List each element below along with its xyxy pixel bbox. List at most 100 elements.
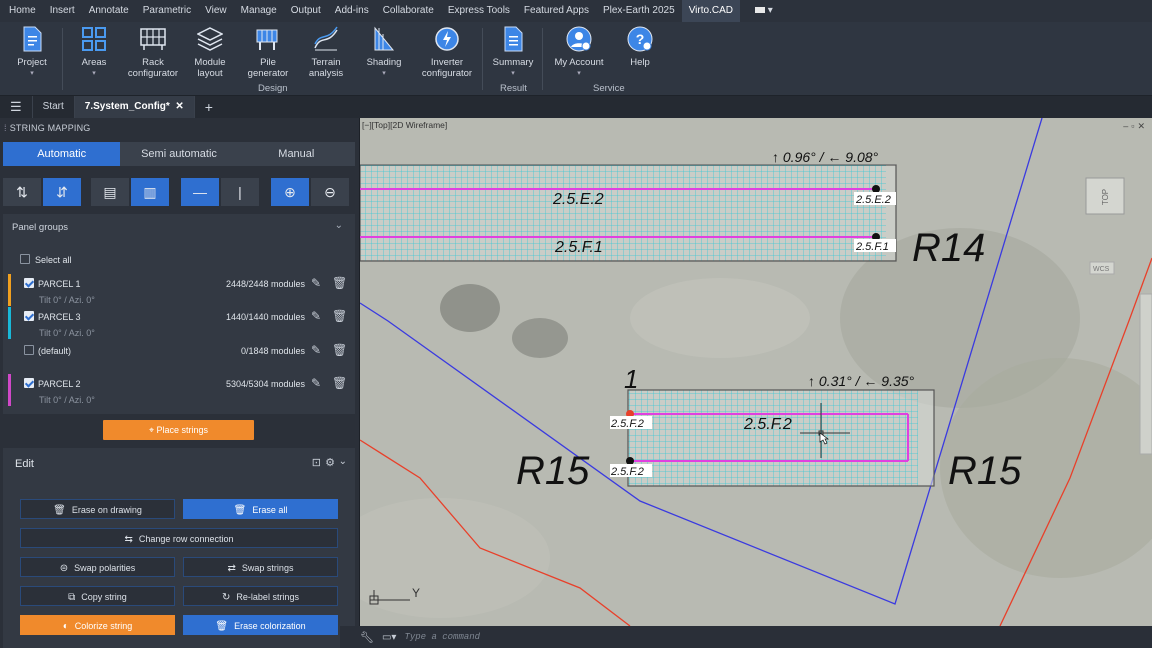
- copy-string-button[interactable]: ⧉ Copy string: [20, 586, 175, 606]
- menu-home[interactable]: Home: [2, 0, 43, 22]
- row-label-r15-left: R15: [516, 449, 590, 493]
- group-sub-parcel-1: Tilt 0° / Azi. 0°: [39, 295, 95, 305]
- erase-on-drawing-label: Erase on drawing: [71, 505, 142, 515]
- edit-pencil-icon[interactable]: ✎: [311, 309, 321, 323]
- rack-label-2: configurator: [127, 68, 179, 79]
- add-circle-icon[interactable]: ⊕: [271, 178, 309, 206]
- menu-extra-dropdown[interactable]: ▾: [740, 0, 780, 22]
- group-checkbox-parcel-2[interactable]: [24, 378, 34, 388]
- menu-manage[interactable]: Manage: [234, 0, 284, 22]
- layout-left-icon[interactable]: ▤: [91, 178, 129, 206]
- place-strings-button[interactable]: ⌖ Place strings: [103, 420, 254, 440]
- window-controls[interactable]: –▫✕: [1123, 121, 1148, 132]
- drawing-viewport[interactable]: ↑ 0.96° / ← 9.08° 2.5.E.2 2.5.F.1 2.5.E.…: [360, 118, 1152, 626]
- change-row-connection-button[interactable]: ⇆ Change row connection: [20, 528, 338, 548]
- layout-right-icon[interactable]: ▥: [131, 178, 169, 206]
- nav-bar[interactable]: [1139, 293, 1152, 455]
- trash-icon[interactable]: 🗑︎: [332, 343, 347, 357]
- string-label-f1: 2.5.F.1: [554, 239, 603, 256]
- menu-express-tools[interactable]: Express Tools: [441, 0, 517, 22]
- group-checkbox-parcel-3[interactable]: [24, 311, 34, 321]
- place-pin-icon: ⌖: [148, 425, 157, 435]
- string-label-f2: 2.5.F.2: [743, 416, 792, 433]
- toggle-icon[interactable]: ⊡: [312, 456, 321, 469]
- mode-automatic[interactable]: Automatic: [3, 142, 121, 166]
- menu-featured-apps[interactable]: Featured Apps: [517, 0, 596, 22]
- sort-descending-icon[interactable]: ⇵: [43, 178, 81, 206]
- my-account-button[interactable]: My Account ▾: [550, 24, 608, 79]
- group-modules-parcel-2: 5304/5304 modules: [225, 379, 305, 389]
- copy-icon: ⧉: [68, 592, 76, 603]
- menu-addins[interactable]: Add-ins: [328, 0, 376, 22]
- trash-icon[interactable]: 🗑︎: [332, 376, 347, 390]
- change-row-label: Change row connection: [138, 534, 234, 544]
- shading-icon: [369, 24, 399, 54]
- command-input[interactable]: Type a command: [404, 632, 480, 642]
- edit-pencil-icon[interactable]: ✎: [311, 276, 321, 290]
- erase-colorization-button[interactable]: 🗑︎ Erase colorization: [183, 615, 338, 635]
- gear-icon[interactable]: ⚙: [325, 456, 335, 469]
- menu-annotate[interactable]: Annotate: [82, 0, 136, 22]
- string-tag-f2-top: 2.5.F.2: [610, 418, 644, 430]
- tab-start[interactable]: Start: [33, 96, 75, 118]
- group-design-label: Design: [258, 83, 288, 94]
- erase-on-drawing-button[interactable]: 🗑︎ Erase on drawing: [20, 499, 175, 519]
- swap-polarities-button[interactable]: ⊜ Swap polarities: [20, 557, 175, 577]
- select-all-checkbox[interactable]: [20, 254, 30, 264]
- group-checkbox-default[interactable]: [24, 345, 34, 355]
- close-tab-icon[interactable]: ✕: [175, 101, 183, 112]
- group-name-default: (default): [38, 346, 72, 356]
- pile-generator-button[interactable]: Pile generator: [244, 24, 292, 79]
- relabel-label: Re-label strings: [236, 592, 299, 602]
- menu-parametric[interactable]: Parametric: [136, 0, 198, 22]
- hamburger-menu-icon[interactable]: ☰: [0, 96, 33, 118]
- remove-circle-icon[interactable]: ⊖: [311, 178, 349, 206]
- mode-manual[interactable]: Manual: [238, 142, 355, 166]
- menu-plex-earth[interactable]: Plex-Earth 2025: [596, 0, 682, 22]
- summary-button[interactable]: Summary ▾: [490, 24, 536, 79]
- group-checkbox-parcel-1[interactable]: [24, 278, 34, 288]
- project-button[interactable]: Project ▾: [12, 24, 52, 79]
- areas-button[interactable]: Areas ▾: [72, 24, 116, 79]
- swap-strings-button[interactable]: ⇄ Swap strings: [183, 557, 338, 577]
- tool-icon-bar: ⇅ ⇵ ▤ ▥ — | ⊕ ⊖: [3, 178, 355, 206]
- add-tab-button[interactable]: +: [195, 96, 223, 118]
- command-line[interactable]: 🔧︎ ▭▾ Type a command: [340, 626, 1152, 648]
- help-button[interactable]: ? Help: [620, 24, 660, 68]
- erase-color-icon: 🗑︎: [215, 621, 229, 632]
- viewport-label[interactable]: [−][Top][2D Wireframe]: [362, 120, 447, 130]
- rack-icon: [138, 24, 168, 54]
- menu-collaborate[interactable]: Collaborate: [376, 0, 441, 22]
- menu-virtocad[interactable]: Virto.CAD: [681, 0, 740, 22]
- wrench-icon[interactable]: 🔧︎: [360, 631, 374, 644]
- trash-icon[interactable]: 🗑︎: [332, 276, 347, 290]
- module-layout-button[interactable]: Module layout: [188, 24, 232, 79]
- shading-button[interactable]: Shading ▾: [362, 24, 406, 79]
- mode-semi-automatic[interactable]: Semi automatic: [120, 142, 237, 166]
- chevron-down-icon[interactable]: ⌄: [339, 456, 347, 467]
- menu-view[interactable]: View: [198, 0, 234, 22]
- erase-all-icon: 🗑︎: [233, 505, 247, 516]
- edit-pencil-icon[interactable]: ✎: [311, 376, 321, 390]
- swap-strings-label: Swap strings: [241, 563, 294, 573]
- edit-pencil-icon[interactable]: ✎: [311, 343, 321, 357]
- menu-insert[interactable]: Insert: [43, 0, 82, 22]
- trash-icon[interactable]: 🗑︎: [332, 309, 347, 323]
- menu-output[interactable]: Output: [284, 0, 328, 22]
- erase-all-button[interactable]: 🗑︎ Erase all: [183, 499, 338, 519]
- colorize-label: Colorize string: [74, 621, 133, 631]
- command-history-icon[interactable]: ▭▾: [382, 632, 396, 643]
- group-service-label: Service: [593, 83, 625, 94]
- vertical-line-icon[interactable]: |: [221, 178, 259, 206]
- sort-ascending-icon[interactable]: ⇅: [3, 178, 41, 206]
- chevron-down-icon[interactable]: ⌄: [335, 220, 343, 231]
- terrain-analysis-button[interactable]: Terrain analysis: [304, 24, 348, 79]
- rack-label-1: Rack: [142, 57, 164, 68]
- colorize-string-button[interactable]: ◐ Colorize string: [20, 615, 175, 635]
- horizontal-line-icon[interactable]: —: [181, 178, 219, 206]
- tab-system-config[interactable]: 7.System_Config* ✕: [74, 96, 195, 118]
- rack-configurator-button[interactable]: Rack configurator: [124, 24, 182, 79]
- relabel-strings-button[interactable]: ↻ Re-label strings: [183, 586, 338, 606]
- inverter-configurator-button[interactable]: Inverter configurator: [418, 24, 476, 79]
- swap-icon: ⇄: [227, 563, 236, 574]
